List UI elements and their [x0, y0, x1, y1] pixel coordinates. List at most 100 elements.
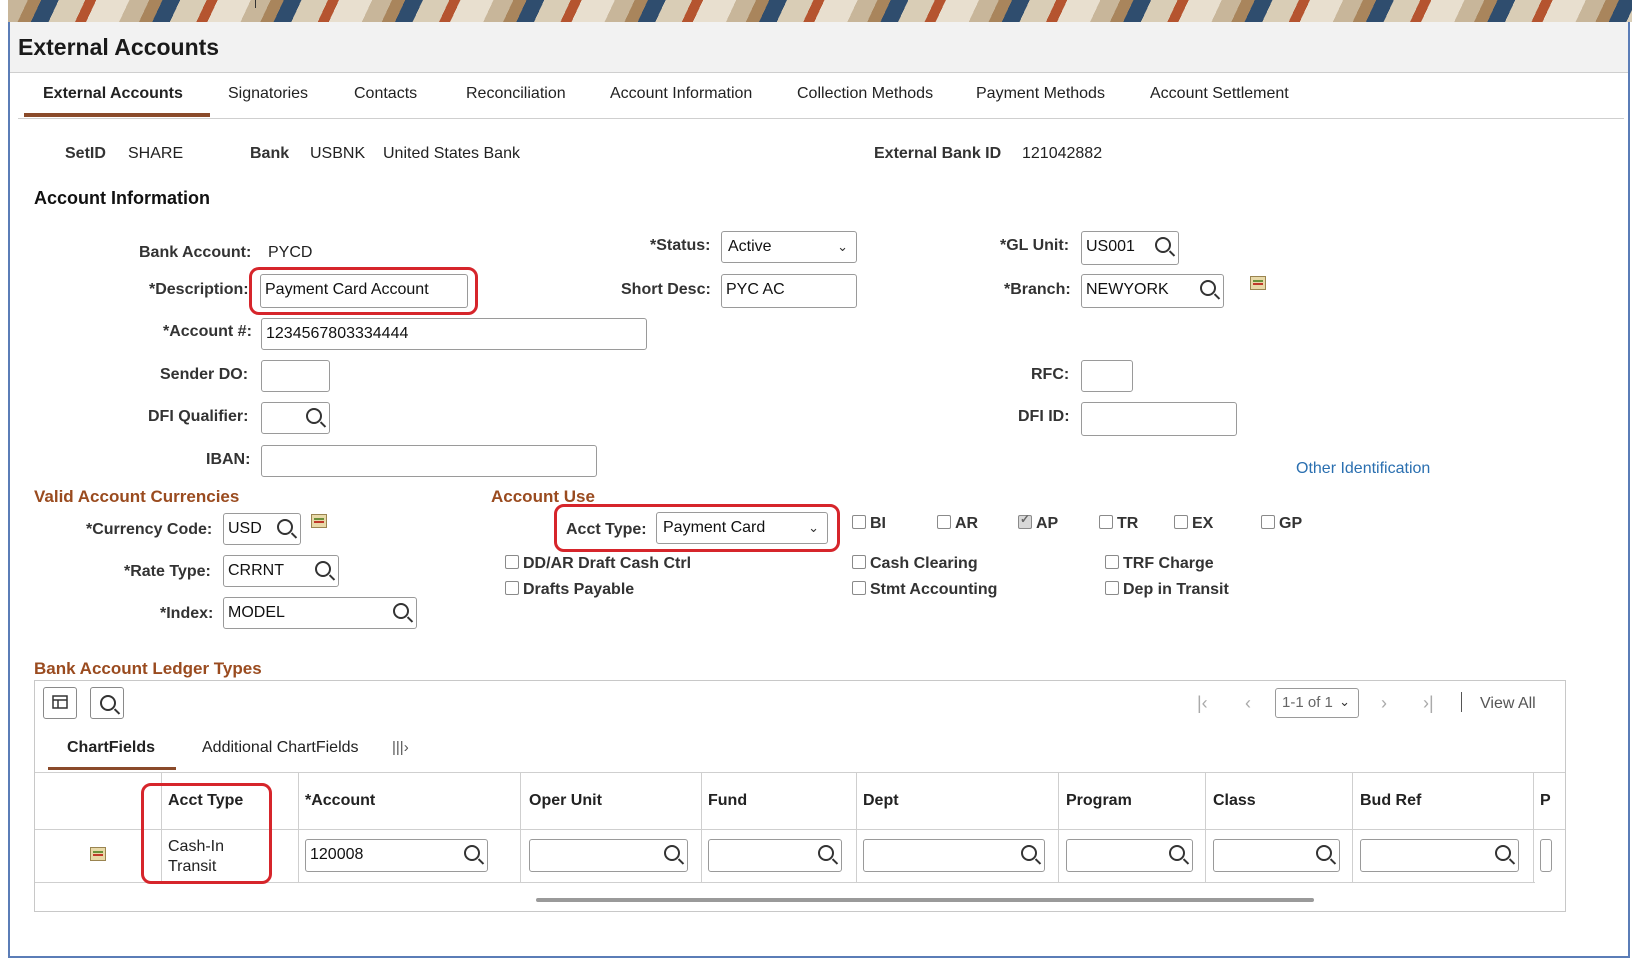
search-icon[interactable]	[1169, 845, 1185, 861]
checkbox-drafts-payable[interactable]: Drafts Payable	[505, 581, 634, 599]
oper-unit-field[interactable]	[529, 839, 688, 872]
checkbox-trf-charge[interactable]: TRF Charge	[1105, 555, 1214, 573]
rate-type-field[interactable]: CRRNT	[223, 555, 339, 587]
checkbox-ex[interactable]: EX	[1174, 515, 1213, 533]
horizontal-scrollbar[interactable]	[536, 898, 1314, 902]
tab-payment-methods[interactable]: Payment Methods	[976, 85, 1105, 103]
column-header-fund[interactable]: Fund	[708, 792, 747, 810]
checkbox-ar[interactable]: AR	[937, 515, 978, 533]
short-desc-field[interactable]: PYC AC	[721, 274, 857, 308]
tab-signatories[interactable]: Signatories	[228, 85, 308, 103]
checkbox-box[interactable]	[505, 555, 519, 569]
branch-field[interactable]: NEWYORK	[1081, 274, 1224, 308]
checkbox-box[interactable]	[1099, 515, 1113, 529]
subtab-additional-chartfields[interactable]: Additional ChartFields	[202, 739, 359, 757]
checkbox-box[interactable]	[1174, 515, 1188, 529]
related-content-icon[interactable]	[311, 514, 327, 528]
column-header-class[interactable]: Class	[1213, 792, 1256, 810]
search-icon[interactable]	[818, 845, 834, 861]
column-header-oper-unit[interactable]: Oper Unit	[529, 792, 602, 810]
tab-collection-methods[interactable]: Collection Methods	[797, 85, 933, 103]
search-icon[interactable]	[393, 603, 409, 619]
highlight-acct-type-column	[141, 783, 272, 884]
iban-field[interactable]	[261, 445, 597, 477]
currency-code-field[interactable]: USD	[223, 513, 301, 545]
truncated-field[interactable]	[1540, 839, 1552, 872]
tab-account-settlement[interactable]: Account Settlement	[1150, 85, 1289, 103]
search-icon[interactable]	[315, 561, 331, 577]
checkbox-box-checked[interactable]	[1018, 512, 1032, 529]
checkbox-box[interactable]	[1105, 581, 1119, 595]
search-icon[interactable]	[1316, 845, 1332, 861]
bud-ref-field[interactable]	[1360, 839, 1519, 872]
index-field[interactable]: MODEL	[223, 597, 417, 629]
program-field[interactable]	[1066, 839, 1193, 872]
checkbox-label: EX	[1192, 515, 1214, 532]
account-cell-field[interactable]: 120008	[305, 839, 488, 872]
checkbox-box[interactable]	[937, 515, 951, 529]
dfi-qualifier-field[interactable]	[261, 402, 330, 434]
dept-field[interactable]	[863, 839, 1045, 872]
checkbox-tr[interactable]: TR	[1099, 515, 1138, 533]
column-separator	[701, 772, 702, 882]
related-content-icon[interactable]	[1250, 276, 1266, 290]
checkbox-bi[interactable]: BI	[852, 515, 886, 533]
search-icon[interactable]	[464, 845, 480, 861]
column-separator	[520, 772, 521, 882]
checkbox-cash-clearing[interactable]: Cash Clearing	[852, 555, 978, 573]
column-separator	[1533, 772, 1534, 882]
search-icon[interactable]	[1200, 280, 1216, 296]
other-identification-link[interactable]: Other Identification	[1296, 460, 1430, 478]
dfi-id-field[interactable]	[1081, 402, 1237, 436]
checkbox-ddar-draft-cash-ctrl[interactable]: DD/AR Draft Cash Ctrl	[505, 555, 691, 573]
search-icon[interactable]	[1495, 845, 1511, 861]
bank-name: United States Bank	[383, 145, 520, 162]
column-header-truncated[interactable]: P	[1540, 792, 1551, 810]
search-icon[interactable]	[1155, 237, 1171, 253]
checkbox-box[interactable]	[852, 515, 866, 529]
gl-unit-field[interactable]: US001	[1081, 231, 1179, 265]
pager-select[interactable]: 1-1 of 1 ⌄	[1275, 688, 1359, 718]
tab-external-accounts[interactable]: External Accounts	[43, 85, 183, 103]
search-icon[interactable]	[306, 408, 322, 424]
search-icon[interactable]	[1021, 845, 1037, 861]
rate-type-value: CRRNT	[228, 562, 284, 579]
view-all-link[interactable]: View All	[1480, 695, 1536, 713]
next-page-icon[interactable]: ›	[1381, 693, 1387, 714]
first-page-icon[interactable]: |‹	[1197, 693, 1208, 714]
personalize-grid-button[interactable]	[43, 687, 77, 719]
iban-label: IBAN:	[206, 451, 251, 468]
checkbox-box[interactable]	[1261, 515, 1275, 529]
class-field[interactable]	[1213, 839, 1340, 872]
checkbox-box[interactable]	[1105, 555, 1119, 569]
subtab-chartfields[interactable]: ChartFields	[67, 739, 155, 757]
checkbox-stmt-accounting[interactable]: Stmt Accounting	[852, 581, 997, 599]
fund-field[interactable]	[708, 839, 842, 872]
find-in-grid-button[interactable]	[90, 687, 124, 719]
column-header-program[interactable]: Program	[1066, 792, 1132, 810]
checkbox-box[interactable]	[852, 555, 866, 569]
previous-page-icon[interactable]: ‹	[1245, 693, 1251, 714]
sender-do-field[interactable]	[261, 360, 330, 392]
show-all-columns-icon[interactable]: |||›	[392, 739, 409, 756]
decorative-banner	[8, 0, 1632, 22]
column-header-bud-ref[interactable]: Bud Ref	[1360, 792, 1421, 810]
column-header-dept[interactable]: Dept	[863, 792, 899, 810]
checkbox-box[interactable]	[852, 581, 866, 595]
account-number-field[interactable]: 1234567803334444	[261, 318, 647, 350]
search-icon[interactable]	[277, 519, 293, 535]
tab-contacts[interactable]: Contacts	[354, 85, 417, 103]
checkbox-dep-in-transit[interactable]: Dep in Transit	[1105, 581, 1229, 599]
rfc-field[interactable]	[1081, 360, 1133, 392]
status-select[interactable]: Active ⌄	[721, 231, 857, 263]
column-header-account[interactable]: *Account	[305, 792, 375, 810]
related-content-icon[interactable]	[90, 847, 106, 861]
checkbox-box[interactable]	[505, 581, 519, 595]
search-icon[interactable]	[664, 845, 680, 861]
currency-code-value: USD	[228, 520, 262, 537]
checkbox-gp[interactable]: GP	[1261, 515, 1302, 533]
tab-account-information[interactable]: Account Information	[610, 85, 752, 103]
checkbox-ap[interactable]: AP	[1018, 512, 1058, 533]
tab-reconciliation[interactable]: Reconciliation	[466, 85, 566, 103]
last-page-icon[interactable]: ›|	[1423, 693, 1434, 714]
